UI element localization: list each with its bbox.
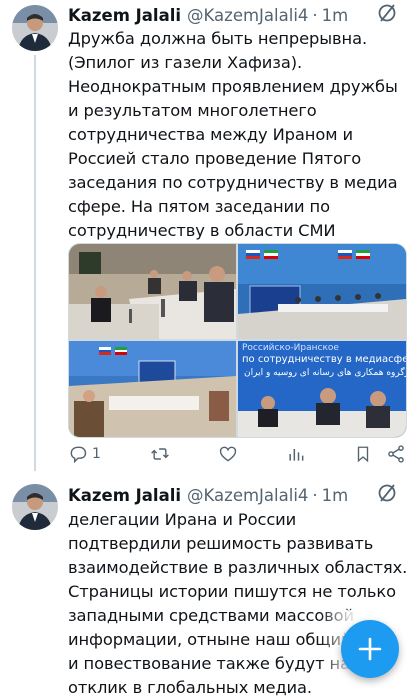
timestamp[interactable]: 1m bbox=[322, 486, 349, 505]
tweet-text: Дружба должна быть непрерывна. (Эпилог и… bbox=[68, 27, 410, 243]
like-button[interactable] bbox=[218, 444, 238, 464]
tweet-actions: 1 bbox=[68, 440, 406, 468]
reply-button[interactable]: 1 bbox=[68, 444, 101, 464]
tweet[interactable]: Kazem Jalali @KazemJalali4 · 1m Дружба д… bbox=[0, 0, 418, 478]
timestamp[interactable]: 1m bbox=[322, 6, 349, 25]
author-handle[interactable]: @KazemJalali4 bbox=[187, 6, 308, 25]
author-name[interactable]: Kazem Jalali bbox=[68, 486, 181, 505]
avatar[interactable] bbox=[12, 5, 58, 51]
author-handle[interactable]: @KazemJalali4 bbox=[187, 486, 308, 505]
tweet-header: Kazem Jalali @KazemJalali4 · 1m bbox=[68, 3, 408, 27]
actions-right bbox=[354, 444, 406, 464]
plus-icon bbox=[358, 637, 382, 661]
thread-connector bbox=[34, 55, 36, 471]
photo-press-panel[interactable]: Российско-Иранское по сотрудничеству в м… bbox=[238, 341, 406, 437]
share-icon[interactable] bbox=[386, 444, 406, 464]
heart-icon bbox=[220, 446, 237, 462]
views-button[interactable] bbox=[286, 444, 306, 464]
media-grid[interactable]: Российско-Иранское по сотрудничеству в м… bbox=[68, 243, 407, 438]
photo-round-table[interactable] bbox=[69, 341, 236, 437]
photo-meeting-table[interactable] bbox=[69, 244, 236, 339]
bookmark-icon[interactable] bbox=[354, 444, 372, 464]
reply-count: 1 bbox=[92, 446, 101, 462]
compose-button[interactable] bbox=[341, 620, 399, 678]
banner-line-2: по сотрудничеству в медиасфере bbox=[242, 354, 406, 365]
author-name[interactable]: Kazem Jalali bbox=[68, 6, 181, 25]
grok-icon[interactable] bbox=[376, 2, 398, 24]
tweet-header: Kazem Jalali @KazemJalali4 · 1m bbox=[68, 483, 408, 507]
separator-dot: · bbox=[312, 5, 318, 25]
photo-conference-hall[interactable] bbox=[238, 244, 406, 339]
avatar[interactable] bbox=[12, 484, 58, 530]
banner-line-1: Российско-Иранское bbox=[242, 343, 339, 353]
grok-icon[interactable] bbox=[376, 482, 398, 504]
analytics-icon bbox=[289, 449, 304, 461]
retweet-icon bbox=[150, 448, 169, 460]
reply-icon bbox=[70, 446, 87, 464]
separator-dot: · bbox=[312, 485, 318, 505]
retweet-button[interactable] bbox=[149, 444, 171, 464]
tweet-text-content: Дружба должна быть непрерывна. (Эпилог и… bbox=[68, 29, 398, 240]
banner-line-3: کارگروه همکاری های رسانه ای روسیه و ایرا… bbox=[244, 368, 406, 378]
